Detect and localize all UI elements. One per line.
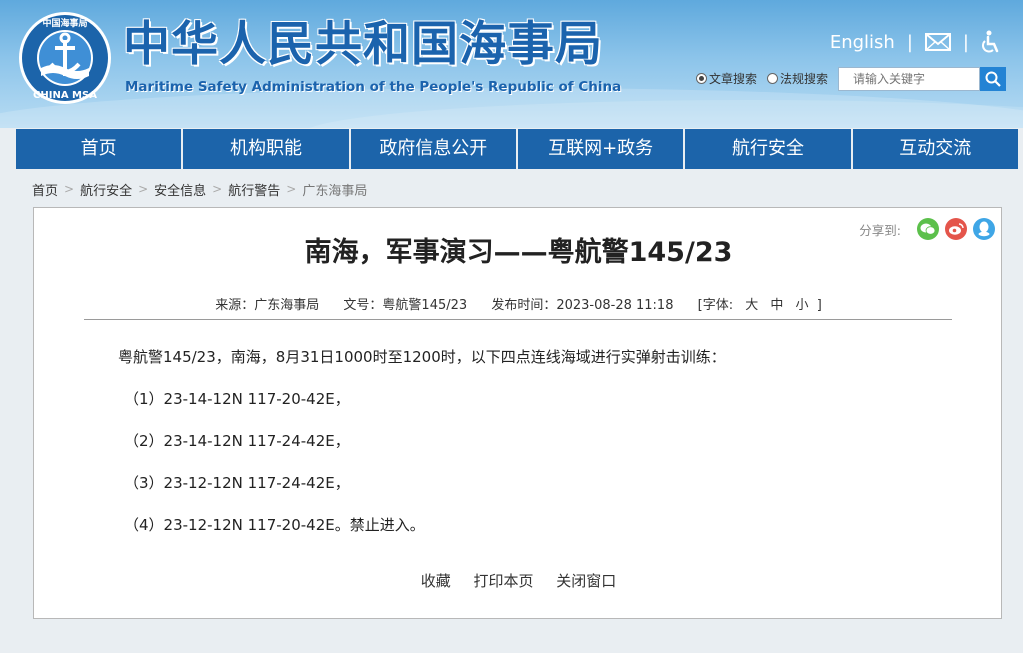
breadcrumb-separator: > [138, 182, 149, 196]
breadcrumb-safety-info[interactable]: 安全信息 [154, 180, 206, 199]
main-nav: 首页 机构职能 政府信息公开 互联网+政务 航行安全 互动交流 [16, 129, 1018, 169]
article-paragraph: 粤航警145/23，南海，8月31日1000时至1200时，以下四点连线海域进行… [118, 348, 726, 366]
breadcrumb: 首页 > 航行安全 > 安全信息 > 航行警告 > 广东海事局 [32, 180, 367, 199]
top-link-separator: | [962, 31, 969, 53]
logo-top-text: 中国海事局 [42, 17, 87, 29]
radio-unselected-icon[interactable] [767, 73, 779, 84]
site-header: 中国海事局 CHINA MSA 中华人民共和国海事局 Maritime Safe… [0, 0, 1023, 128]
breadcrumb-home[interactable]: 首页 [32, 180, 58, 199]
article-doc-no: 文号：粤航警145/23 [343, 298, 467, 313]
search-option-regulation-label: 法规搜索 [780, 72, 829, 86]
nav-item-gov-info[interactable]: 政府信息公开 [350, 129, 518, 169]
close-window-link[interactable]: 关闭窗口 [556, 572, 616, 590]
search-button[interactable] [980, 66, 1007, 91]
site-subtitle: Maritime Safety Administration of the Pe… [125, 79, 622, 95]
top-links: English | | [830, 28, 1001, 56]
search-option-article-label: 文章搜索 [709, 72, 758, 86]
article-body: 粤航警145/23，南海，8月31日1000时至1200时，以下四点连线海域进行… [118, 346, 958, 556]
nav-item-functions[interactable]: 机构职能 [183, 129, 351, 169]
doc-label: 文号： [343, 298, 383, 313]
site-title: 中华人民共和国海事局 [123, 17, 603, 72]
search-option-regulation[interactable]: 法规搜索 [767, 70, 828, 87]
top-link-separator: | [906, 31, 913, 53]
article-title: 南海，军事演习——粤航警145/23 [304, 237, 733, 268]
nav-item-internet-gov[interactable]: 互联网+政务 [517, 129, 686, 169]
title-divider [84, 319, 952, 320]
nav-item-interaction[interactable]: 互动交流 [852, 129, 1018, 169]
time-label: 发布时间： [491, 298, 557, 313]
coordinate-item: （2）23-14-12N 117-24-42E， [124, 432, 350, 450]
font-size-control: [字体: 大 中 小 ] [698, 298, 822, 313]
coordinate-item: （3）23-12-12N 117-24-42E， [124, 474, 350, 492]
coordinate-item: （4）23-12-12N 117-20-42E。禁止进入。 [124, 516, 425, 534]
breadcrumb-separator: > [64, 182, 75, 196]
font-size-small-link[interactable]: 小 [796, 298, 809, 313]
time-value: 2023-08-28 11:18 [556, 298, 674, 313]
font-size-end: ] [816, 298, 822, 313]
msa-logo-icon[interactable]: 中国海事局 CHINA MSA [17, 10, 113, 106]
radio-selected-icon[interactable] [696, 73, 707, 84]
favorite-link[interactable]: 收藏 [421, 572, 451, 590]
search-option-article[interactable]: 文章搜索 [696, 70, 757, 87]
article-source: 来源：广东海事局 [215, 298, 319, 313]
logo-bottom-text: CHINA MSA [33, 90, 97, 101]
article-actions: 收藏 打印本页 关闭窗口 [34, 570, 1003, 591]
article-container: 分享到: 南海，军事演习——粤航警145/23 来源：广东海事局 文号：粤航警1… [33, 207, 1002, 619]
font-size-medium-link[interactable]: 中 [770, 298, 783, 313]
font-size-label: [字体: [697, 298, 734, 313]
nav-item-home[interactable]: 首页 [16, 129, 184, 169]
font-size-large-link[interactable]: 大 [745, 298, 758, 313]
breadcrumb-navigation-warning[interactable]: 航行警告 [228, 180, 280, 199]
coordinate-item: （1）23-14-12N 117-20-42E， [124, 390, 350, 408]
search-input[interactable] [838, 66, 981, 91]
article-meta: 来源：广东海事局 文号：粤航警145/23 发布时间：2023-08-28 11… [34, 294, 1003, 313]
breadcrumb-separator: > [286, 182, 297, 196]
breadcrumb-separator: > [212, 182, 223, 196]
doc-value: 粤航警145/23 [382, 298, 468, 313]
source-value: 广东海事局 [254, 298, 320, 313]
search-area: 文章搜索 法规搜索 [696, 66, 1007, 91]
mail-icon[interactable] [924, 32, 951, 52]
nav-item-navigation-safety[interactable]: 航行安全 [685, 129, 853, 169]
search-icon [985, 71, 1001, 87]
accessibility-icon[interactable] [981, 30, 1001, 54]
breadcrumb-guangdong-msa[interactable]: 广东海事局 [302, 180, 367, 199]
article-time: 发布时间：2023-08-28 11:18 [491, 298, 673, 313]
source-label: 来源： [215, 298, 255, 313]
print-page-link[interactable]: 打印本页 [473, 572, 533, 590]
breadcrumb-navigation-safety[interactable]: 航行安全 [80, 180, 132, 199]
english-link[interactable]: English [830, 32, 895, 53]
